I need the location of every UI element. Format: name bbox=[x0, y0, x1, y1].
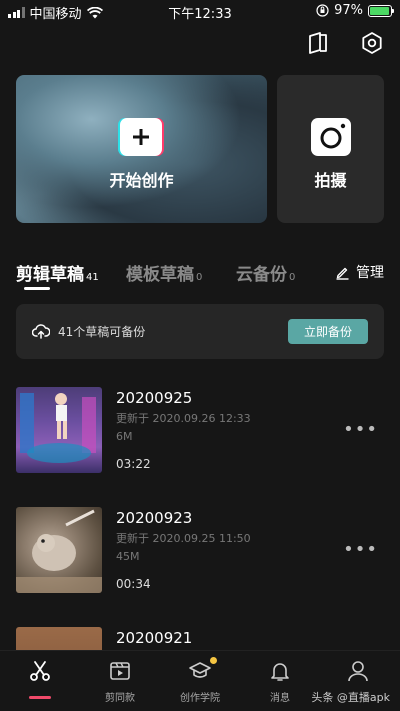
more-options-icon[interactable]: ••• bbox=[343, 541, 378, 559]
tab-label: 消息 bbox=[270, 693, 290, 704]
draft-title: 20200925 bbox=[116, 389, 193, 407]
tab-count: 41 bbox=[86, 272, 99, 283]
draft-tabs: 剪辑草稿 41 模板草稿 0 云备份 0 bbox=[16, 260, 384, 290]
graduation-cap-icon bbox=[189, 662, 211, 678]
draft-thumbnail bbox=[16, 627, 102, 650]
shoot-card[interactable]: 拍摄 bbox=[277, 75, 384, 223]
draft-duration: 00:34 bbox=[116, 577, 151, 591]
tab-label: 模板草稿 bbox=[126, 265, 194, 285]
tab-count: 0 bbox=[289, 272, 296, 283]
settings-hexagon-icon[interactable] bbox=[360, 31, 384, 55]
edit-icon bbox=[336, 267, 349, 280]
clapper-icon bbox=[110, 662, 130, 680]
tab-label: 剪辑草稿 bbox=[16, 265, 84, 285]
orientation-lock-icon bbox=[316, 4, 329, 17]
tab-edit[interactable] bbox=[5, 659, 75, 683]
draft-size: 6M bbox=[116, 430, 133, 443]
draft-duration: 03:22 bbox=[116, 457, 151, 471]
status-bar: 中国移动 下午12:33 97% bbox=[0, 0, 400, 22]
draft-title: 20200921 bbox=[116, 629, 193, 647]
draft-thumbnail bbox=[16, 507, 102, 593]
tab-label: 创作学院 bbox=[180, 693, 220, 704]
draft-item[interactable]: 20200923 更新于 2020.09.25 11:50 45M 00:34 … bbox=[16, 507, 384, 593]
backup-text: 41个草稿可备份 bbox=[58, 325, 146, 339]
tab-count: 0 bbox=[196, 272, 203, 283]
cloud-upload-icon bbox=[32, 324, 50, 339]
tab-template-drafts[interactable]: 模板草稿 0 bbox=[126, 260, 202, 285]
start-creating-label: 开始创作 bbox=[109, 171, 174, 190]
draft-size: 45M bbox=[116, 550, 140, 563]
person-icon bbox=[348, 661, 368, 682]
watermark-text: 头条 @直播apk bbox=[311, 691, 390, 704]
tab-messages[interactable]: 消息 bbox=[245, 659, 315, 704]
active-tab-indicator bbox=[24, 287, 50, 290]
battery-fill bbox=[370, 6, 390, 15]
tab-edit-drafts[interactable]: 剪辑草稿 41 bbox=[16, 260, 99, 285]
draft-title: 20200923 bbox=[116, 509, 193, 527]
tab-label: 剪同款 bbox=[105, 693, 135, 704]
top-toolbar bbox=[306, 31, 384, 55]
draft-item[interactable]: 20200925 更新于 2020.09.26 12:33 6M 03:22 •… bbox=[16, 387, 384, 473]
tab-label: 云备份 bbox=[236, 265, 287, 285]
plus-icon bbox=[120, 118, 162, 156]
start-creating-card[interactable]: 开始创作 bbox=[16, 75, 267, 223]
battery-percent: 97% bbox=[334, 3, 363, 18]
battery-icon bbox=[368, 4, 394, 17]
scissors-icon bbox=[30, 661, 50, 681]
backup-now-button[interactable]: 立即备份 bbox=[288, 319, 368, 344]
notification-badge bbox=[210, 657, 217, 664]
backup-banner: 41个草稿可备份 立即备份 bbox=[16, 304, 384, 359]
manage-button[interactable]: 管理 bbox=[335, 262, 384, 282]
tab-profile[interactable] bbox=[323, 659, 393, 683]
active-tab-indicator bbox=[29, 696, 51, 699]
tab-cloud-backup[interactable]: 云备份 0 bbox=[236, 260, 295, 285]
draft-updated-time: 更新于 2020.09.25 11:50 bbox=[116, 532, 251, 545]
draft-thumbnail bbox=[16, 387, 102, 473]
book-icon[interactable] bbox=[306, 31, 330, 55]
manage-label: 管理 bbox=[356, 265, 384, 281]
status-right: 97% bbox=[316, 3, 394, 18]
draft-updated-time: 更新于 2020.09.26 12:33 bbox=[116, 412, 251, 425]
camera-icon bbox=[311, 118, 351, 156]
tab-academy[interactable]: 创作学院 bbox=[165, 659, 235, 704]
bell-icon bbox=[271, 663, 289, 681]
shoot-label: 拍摄 bbox=[314, 171, 347, 190]
draft-item[interactable]: 20200921 bbox=[16, 627, 384, 650]
more-options-icon[interactable]: ••• bbox=[343, 421, 378, 439]
tab-template[interactable]: 剪同款 bbox=[85, 659, 155, 704]
